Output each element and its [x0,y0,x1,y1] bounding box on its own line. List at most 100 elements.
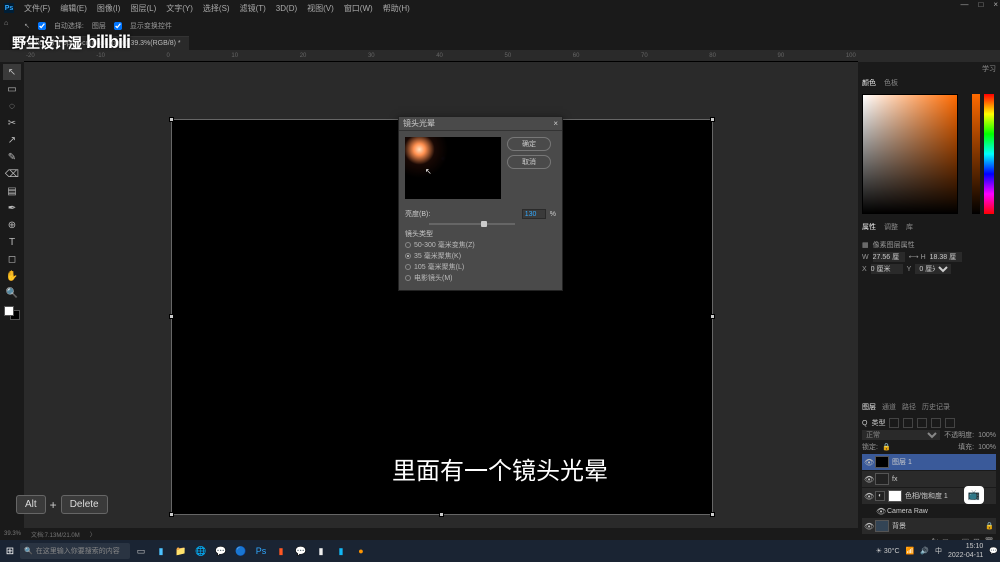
transform-handle[interactable] [169,117,174,122]
smart-filter-row[interactable]: 👁 Camera Raw [862,505,996,517]
menu-filter[interactable]: 滤镜(T) [240,3,266,14]
visibility-icon[interactable]: 👁 [864,522,872,531]
crop-tool[interactable]: ✂ [3,115,21,131]
taskbar-search[interactable]: 🔍 在这里输入你要搜索的内容 [20,543,130,559]
home-icon[interactable]: ⌂ [4,20,16,32]
tab-channels[interactable]: 通道 [882,402,896,412]
visibility-icon[interactable]: 👁 [876,507,884,516]
transform-handle[interactable] [710,512,715,517]
heal-tool[interactable]: ⊕ [3,217,21,233]
move-tool[interactable]: ↖ [3,64,21,80]
zoom-tool[interactable]: 🔍 [3,285,21,301]
lens-type-option[interactable]: 电影镜头(M) [405,273,556,283]
taskbar-app-icon[interactable]: ▮ [312,542,330,560]
notifications-icon[interactable]: 💬 [989,547,998,555]
cancel-button[interactable]: 取消 [507,155,551,169]
transform-handle[interactable] [710,117,715,122]
learn-link[interactable]: 学习 [982,64,996,74]
taskbar-app-icon[interactable]: ▮ [332,542,350,560]
tab-layers[interactable]: 图层 [862,402,876,412]
taskbar-app-icon[interactable]: 🔵 [232,542,250,560]
blend-mode-select[interactable]: 正常 [862,430,940,440]
start-button[interactable]: ⊞ [2,543,18,559]
filter-shape-icon[interactable] [931,418,941,428]
prop-width[interactable] [873,252,905,262]
tab-paths[interactable]: 路径 [902,402,916,412]
transform-handle[interactable] [710,314,715,319]
lasso-tool[interactable]: ◌ [3,98,21,114]
menu-help[interactable]: 帮助(H) [383,3,410,14]
prop-y[interactable]: 0 厘米 [915,264,951,274]
zoom-level[interactable]: 39.3% [4,531,21,537]
layer-row[interactable]: 👁 图层 1 [862,454,996,470]
brightness-input[interactable] [522,209,546,219]
filter-smart-icon[interactable] [945,418,955,428]
tray-icon[interactable]: 📶 [906,547,915,555]
visibility-icon[interactable]: 👁 [864,492,872,501]
tab-libraries[interactable]: 库 [906,222,913,232]
taskbar-app-icon[interactable]: ▮ [272,542,290,560]
text-tool[interactable]: T [3,234,21,250]
minimize-icon[interactable]: — [960,0,968,9]
prop-x[interactable] [871,264,903,274]
taskbar-app-icon[interactable]: 💬 [212,542,230,560]
lock-icon[interactable]: 🔒 [882,443,891,451]
layer-row[interactable]: 👁 fx [862,471,996,487]
layer-row[interactable]: 👁 背景 🔒 [862,518,996,534]
taskbar-app-icon[interactable]: 💬 [292,542,310,560]
eraser-tool[interactable]: ⌫ [3,166,21,182]
bilibili-icon[interactable]: 📺 [964,486,984,504]
transform-handle[interactable] [169,512,174,517]
transform-handle[interactable] [439,512,444,517]
hand-tool[interactable]: ✋ [3,268,21,284]
auto-select-checkbox[interactable] [38,22,46,30]
taskbar-app-icon[interactable]: ▮ [152,542,170,560]
menu-window[interactable]: 窗口(W) [344,3,373,14]
dialog-close-icon[interactable]: × [553,119,558,128]
taskbar-app-icon[interactable]: 📁 [172,542,190,560]
tab-adjustments[interactable]: 调整 [884,222,898,232]
tab-color[interactable]: 颜色 [862,78,876,88]
lens-type-option[interactable]: 50-300 毫米变焦(Z) [405,240,556,250]
transform-handle[interactable] [169,314,174,319]
color-swatch[interactable] [4,306,20,320]
task-view-icon[interactable]: ▭ [132,542,150,560]
menu-3d[interactable]: 3D(D) [276,4,297,13]
shade-slider[interactable] [972,94,980,214]
ok-button[interactable]: 确定 [507,137,551,151]
taskbar-app-icon[interactable]: 🌐 [192,542,210,560]
menu-type[interactable]: 文字(Y) [166,3,193,14]
pen-tool[interactable]: ✒ [3,200,21,216]
taskbar-app-icon[interactable]: ● [352,542,370,560]
menu-view[interactable]: 视图(V) [307,3,334,14]
tray-ime-icon[interactable]: 中 [935,546,942,556]
filter-pixel-icon[interactable] [889,418,899,428]
brightness-slider[interactable] [429,223,515,225]
tab-swatches[interactable]: 色板 [884,78,898,88]
flare-preview[interactable]: ↖ [405,137,501,199]
menu-file[interactable]: 文件(F) [24,3,50,14]
auto-select-target[interactable]: 图层 [92,21,106,31]
tab-properties[interactable]: 属性 [862,222,876,232]
lens-type-option[interactable]: 35 毫米聚焦(K) [405,251,556,261]
clock[interactable]: 15:10 2022-04-11 [948,542,983,560]
lens-type-option[interactable]: 105 毫米聚焦(L) [405,262,556,272]
shape-tool[interactable]: ◻ [3,251,21,267]
tray-icon[interactable]: 🔊 [920,547,929,555]
taskbar-app-icon[interactable]: Ps [252,542,270,560]
tab-history[interactable]: 历史记录 [922,402,950,412]
maximize-icon[interactable]: □ [978,0,983,9]
prop-height[interactable] [930,252,962,262]
filter-adj-icon[interactable] [903,418,913,428]
filter-text-icon[interactable] [917,418,927,428]
marquee-tool[interactable]: ▭ [3,81,21,97]
menu-edit[interactable]: 编辑(E) [60,3,87,14]
eyedropper-tool[interactable]: ↗ [3,132,21,148]
menu-layer[interactable]: 图层(L) [130,3,156,14]
weather-widget[interactable]: ☀ 30°C [876,547,900,555]
visibility-icon[interactable]: 👁 [864,458,872,467]
color-picker[interactable] [862,94,958,214]
hue-slider[interactable] [984,94,994,214]
show-transform-checkbox[interactable] [114,22,122,30]
menu-select[interactable]: 选择(S) [203,3,230,14]
